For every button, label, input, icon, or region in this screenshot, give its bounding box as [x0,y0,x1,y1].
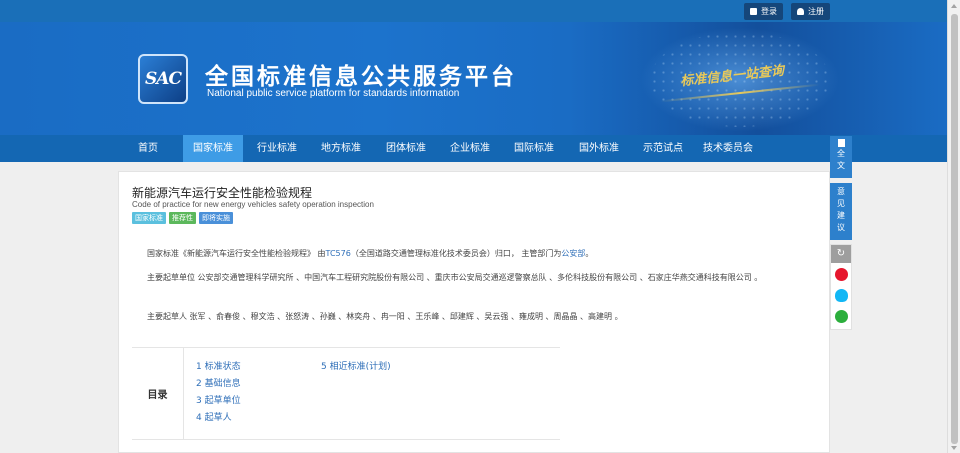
site-subtitle: National public service platform for sta… [207,88,460,99]
drafting-units: 主要起草单位 公安部交通管理科学研究所 、中国汽车工程研究院股份有限公司 、重庆… [147,273,763,282]
nav-national-standards[interactable]: 国家标准 [183,135,243,162]
badge-upcoming: 即将实施 [199,212,233,224]
weibo-icon[interactable] [835,268,848,281]
nav-industry-standards[interactable]: 行业标准 [249,135,305,162]
nav-group-standards[interactable]: 团体标准 [378,135,434,162]
intro-text-mid: （全国道路交通管理标准化技术委员会）归口， 主管部门为 [350,249,562,258]
scroll-up-arrow[interactable] [951,4,957,8]
document-icon [837,139,845,147]
sac-logo[interactable]: SAC [138,54,188,104]
share-toolbar: ↻ [830,244,852,330]
standard-title-en: Code of practice for new energy vehicles… [132,200,374,209]
intro-text-prefix: 国家标准《新能源汽车运行安全性能检验规程》 由 [147,249,326,258]
site-title: 全国标准信息公共服务平台 [205,64,517,90]
nav-foreign-standards[interactable]: 国外标准 [571,135,627,162]
qq-icon[interactable] [835,289,848,302]
register-label: 注册 [808,7,824,16]
login-label: 登录 [761,7,777,16]
page-scrollbar[interactable] [947,0,960,453]
nav-home[interactable]: 首页 [128,135,168,162]
logo-text: SAC [145,69,182,89]
refresh-icon[interactable]: ↻ [831,245,851,263]
department-link[interactable]: 公安部 [561,249,585,258]
nav-pilot-demo[interactable]: 示范试点 [635,135,691,162]
nav-international-standards[interactable]: 国际标准 [506,135,562,162]
table-of-contents: 目录 1 标准状态 2 基础信息 3 起草单位 4 起草人 5 相近标准(计划) [132,347,560,440]
drafters: 主要起草人 张军 、俞春俊 、穆文浩 、张怒涛 、孙巍 、林奕舟 、冉一阳 、王… [147,312,623,321]
header-banner: SAC 全国标准信息公共服务平台 National public service… [0,22,947,135]
login-button[interactable]: 登录 [744,3,783,20]
main-nav: 首页 国家标准 行业标准 地方标准 团体标准 企业标准 国际标准 国外标准 示范… [0,135,947,162]
badge-national: 国家标准 [132,212,166,224]
toc-link-drafters[interactable]: 4 起草人 [196,410,232,423]
toc-link-drafting-units[interactable]: 3 起草单位 [196,393,241,406]
scroll-down-arrow[interactable] [951,446,957,450]
standard-title: 新能源汽车运行安全性能检验规程 [132,186,313,200]
intro-text-suffix: 。 [585,249,594,258]
register-button[interactable]: 注册 [791,3,830,20]
toc-heading: 目录 [132,348,184,439]
wechat-icon[interactable] [835,310,848,323]
feedback-button[interactable]: 意见建议 [830,183,852,240]
badge-group: 国家标准 推荐性 即将实施 [132,212,233,224]
fulltext-label: 全文 [837,149,845,170]
nav-enterprise-standards[interactable]: 企业标准 [442,135,498,162]
nav-technical-committee[interactable]: 技术委员会 [697,135,759,162]
standard-detail-panel: 新能源汽车运行安全性能检验规程 Code of practice for new… [118,171,830,453]
toc-link-status[interactable]: 1 标准状态 [196,359,241,372]
badge-recommended: 推荐性 [169,212,196,224]
lock-icon [750,8,757,15]
toc-link-basic-info[interactable]: 2 基础信息 [196,376,241,389]
top-bar: 登录 注册 [0,0,947,22]
intro-paragraph: 国家标准《新能源汽车运行安全性能检验规程》 由TC576（全国道路交通管理标准化… [131,247,821,261]
nav-local-standards[interactable]: 地方标准 [313,135,369,162]
toc-link-similar-standards[interactable]: 5 相近标准(计划) [321,359,391,372]
fulltext-button[interactable]: 全文 [830,136,852,178]
user-icon [797,8,804,15]
tc-link[interactable]: TC576 [326,249,351,258]
scroll-thumb[interactable] [951,14,958,444]
feedback-label: 意见建议 [837,187,845,232]
